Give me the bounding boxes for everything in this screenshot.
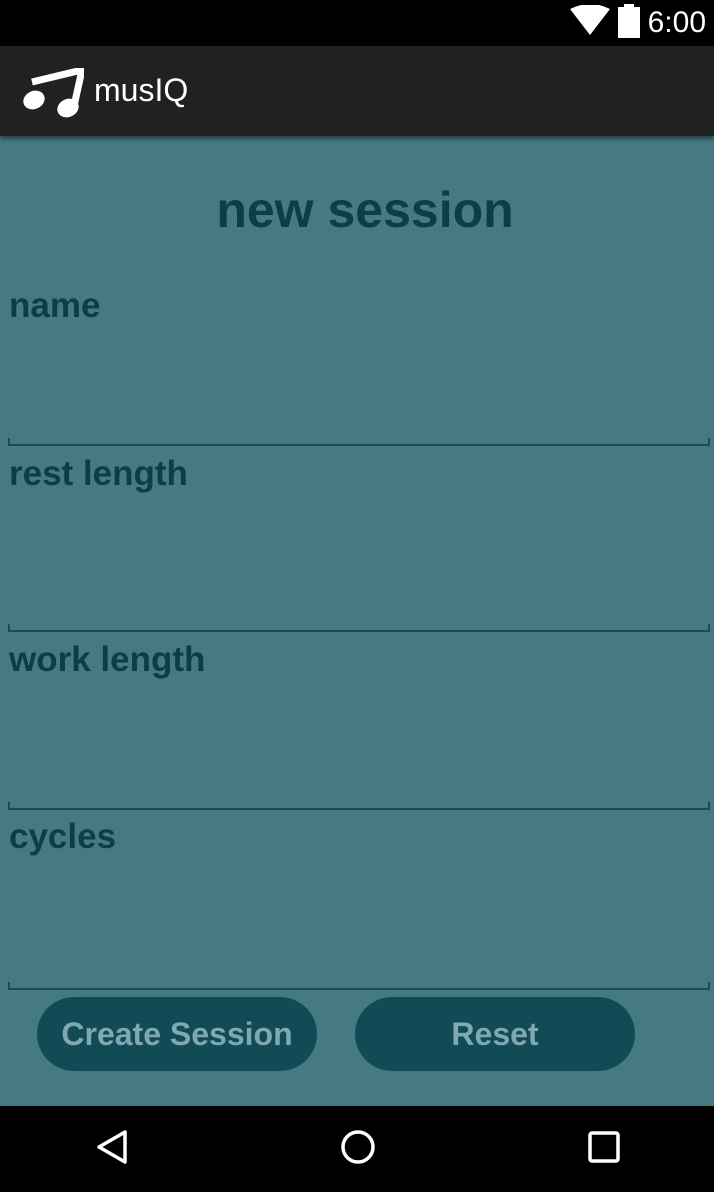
back-icon — [94, 1129, 130, 1170]
rest-length-underline — [8, 624, 710, 632]
home-icon — [340, 1129, 376, 1170]
name-input[interactable] — [8, 386, 710, 446]
work-length-underline — [8, 802, 710, 810]
rest-length-input[interactable] — [8, 572, 710, 632]
work-length-label: work length — [9, 640, 206, 679]
status-time: 6:00 — [647, 6, 706, 39]
recents-icon — [587, 1130, 621, 1169]
work-length-input[interactable] — [8, 750, 710, 810]
create-session-button[interactable]: Create Session — [37, 997, 317, 1071]
name-field-group: name — [8, 286, 710, 446]
cycles-input[interactable] — [8, 930, 710, 990]
new-session-form: new session name rest length work length… — [0, 136, 714, 1106]
wifi-icon — [569, 3, 610, 42]
battery-icon — [617, 3, 640, 43]
navigation-bar — [0, 1106, 714, 1192]
rest-length-field-group: rest length — [8, 454, 710, 632]
rest-length-label: rest length — [9, 454, 188, 493]
cycles-label: cycles — [9, 817, 117, 856]
status-icons: 6:00 — [569, 0, 706, 46]
reset-button[interactable]: Reset — [355, 997, 635, 1071]
app-bar: musIQ — [0, 46, 714, 136]
cycles-underline — [8, 982, 710, 990]
name-label: name — [9, 286, 101, 325]
work-length-field-group: work length — [8, 640, 710, 810]
name-underline — [8, 438, 710, 446]
status-bar: 6:00 — [0, 0, 714, 46]
page-title: new session — [216, 182, 514, 238]
cycles-field-group: cycles — [8, 817, 710, 990]
back-button[interactable] — [52, 1106, 172, 1192]
recents-button[interactable] — [544, 1106, 664, 1192]
music-note-logo-icon — [22, 66, 86, 118]
home-button[interactable] — [298, 1106, 418, 1192]
app-title: musIQ — [94, 72, 189, 108]
